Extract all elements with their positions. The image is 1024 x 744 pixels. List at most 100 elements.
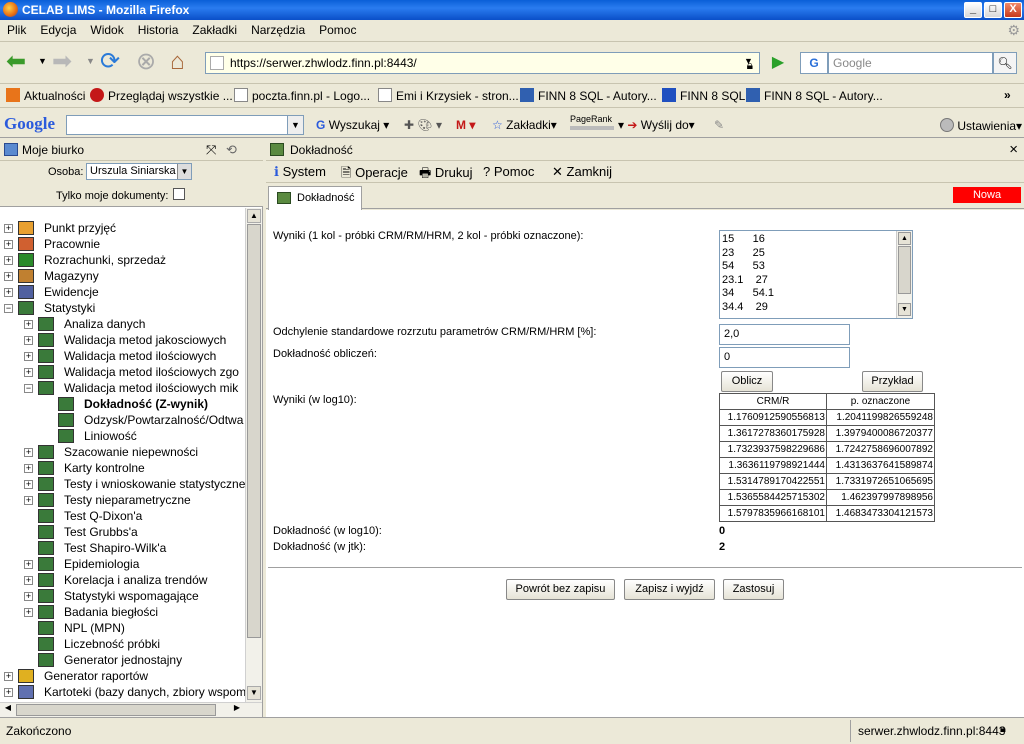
oblicz-button[interactable]: Oblicz — [721, 371, 773, 392]
google-logo[interactable]: Google — [4, 114, 55, 134]
tree-node[interactable]: + Badania biegłości — [0, 604, 245, 620]
tree-node[interactable]: NPL (MPN) — [0, 620, 245, 636]
expand-icon[interactable]: + — [24, 480, 33, 489]
collapse-icon[interactable]: − — [24, 384, 33, 393]
expand-icon[interactable]: + — [4, 672, 13, 681]
expand-icon[interactable]: + — [24, 368, 33, 377]
bookmark-finn8[interactable]: FINN 8 SQL — [662, 88, 745, 103]
expand-icon[interactable]: + — [24, 608, 33, 617]
tree-node[interactable]: Generator jednostajny — [0, 652, 245, 668]
expand-icon[interactable]: + — [24, 464, 33, 473]
tree-node[interactable]: Odzysk/Powtarzalność/Odtwa — [0, 412, 245, 428]
expand-icon[interactable]: + — [4, 272, 13, 281]
expand-icon[interactable]: + — [24, 448, 33, 457]
przyklad-button[interactable]: Przykład — [862, 371, 923, 392]
tree-node[interactable]: + Pracownie — [0, 236, 245, 252]
tree-node[interactable]: + Analiza danych — [0, 316, 245, 332]
back-arrow-icon[interactable]: ⬅ — [6, 48, 26, 76]
search-engine-icon[interactable]: G — [800, 52, 828, 74]
tree-node[interactable]: + Magazyny — [0, 268, 245, 284]
menu-plik[interactable]: Plik — [0, 20, 33, 40]
tree-node[interactable]: − Statystyki — [0, 300, 245, 316]
refresh-icon[interactable]: ⟲ — [226, 139, 237, 161]
tree-node[interactable]: + Testy nieparametryczne — [0, 492, 245, 508]
tree-horizontal-scrollbar[interactable]: ◀ ▶ — [0, 702, 262, 717]
expand-icon[interactable]: + — [24, 320, 33, 329]
collapse-icon[interactable]: ⤧ — [206, 139, 216, 161]
panel-close-icon[interactable]: × — [1009, 139, 1018, 161]
collapse-icon[interactable]: − — [4, 304, 13, 313]
bookmark-poczta[interactable]: poczta.finn.pl - Logo... — [234, 88, 370, 103]
reload-icon[interactable]: ⟳ — [100, 48, 120, 76]
odchylenie-input[interactable]: 2,0 — [719, 324, 850, 345]
expand-icon[interactable]: + — [24, 352, 33, 361]
bookmark-aktualnosci[interactable]: Aktualności — [6, 88, 85, 103]
menu-pomoc[interactable]: Pomoc — [312, 20, 363, 40]
stop-icon[interactable]: ⊗ — [136, 48, 156, 76]
expand-icon[interactable]: + — [4, 688, 13, 697]
menu-narzedzia[interactable]: Narzędzia — [244, 20, 312, 40]
tree-node[interactable]: + Ewidencje — [0, 284, 245, 300]
forward-dropdown-icon[interactable]: ▼ — [86, 56, 95, 66]
dropdown-arrow-icon[interactable]: ▼ — [287, 116, 303, 134]
tree-node[interactable]: Dokładność (Z-wynik) — [0, 396, 245, 412]
only-mine-checkbox[interactable] — [173, 188, 185, 200]
tree-node[interactable]: + Testy i wnioskowanie statystyczne — [0, 476, 245, 492]
dokladnosc-obliczen-input[interactable]: 0 — [719, 347, 850, 368]
tree-node[interactable]: + Epidemiologia — [0, 556, 245, 572]
settings-button[interactable]: Ustawienia▾ — [940, 118, 1022, 133]
toolbar-system[interactable]: ℹ System — [274, 164, 326, 180]
tree-vertical-scrollbar[interactable]: ▲ ▼ — [245, 208, 262, 702]
go-arrow-icon[interactable]: ▶ — [766, 52, 790, 74]
tree-node[interactable]: + Walidacja metod jakosciowych — [0, 332, 245, 348]
tree-node[interactable]: + Walidacja metod ilościowych — [0, 348, 245, 364]
toolbar-extra-icon[interactable]: ✚ 🎨︎ ▾ — [404, 118, 442, 132]
toolbar-pomoc[interactable]: ? Pomoc — [483, 164, 534, 179]
bookmarks-overflow-icon[interactable]: » — [1004, 88, 1011, 102]
expand-icon[interactable]: + — [24, 496, 33, 505]
tree-node[interactable]: + Generator raportów — [0, 668, 245, 684]
maximize-button[interactable]: □ — [984, 2, 1002, 18]
pencil-icon[interactable]: ✎ — [714, 118, 724, 132]
home-icon[interactable]: ⌂ — [170, 48, 185, 76]
tree-node[interactable]: + Statystyki wspomagające — [0, 588, 245, 604]
dropdown-arrow-icon[interactable]: ▼ — [177, 164, 191, 179]
expand-icon[interactable]: + — [4, 256, 13, 265]
search-input[interactable]: Google — [828, 52, 993, 74]
search-magnifier-icon[interactable]: 🔍︎ — [993, 52, 1017, 74]
save-and-exit-button[interactable]: Zapisz i wyjdź — [624, 579, 715, 600]
bookmark-finn-autory-2[interactable]: FINN 8 SQL - Autory... — [746, 88, 883, 103]
tree-node[interactable]: Liniowość — [0, 428, 245, 444]
google-search-button[interactable]: G Wyszukaj ▾ — [316, 118, 389, 132]
expand-icon[interactable]: + — [4, 240, 13, 249]
wyniki-textarea[interactable]: 15 16 23 25 54 53 23.1 27 34 54.1 34.4 2… — [719, 230, 913, 319]
url-dropdown-icon[interactable]: ▼ — [744, 56, 753, 66]
expand-icon[interactable]: + — [4, 288, 13, 297]
menu-zakladki[interactable]: Zakładki — [185, 20, 244, 40]
expand-icon[interactable]: + — [24, 336, 33, 345]
pagerank-indicator[interactable]: PageRank — [570, 114, 614, 130]
tree-node[interactable]: + Walidacja metod ilościowych zgo — [0, 364, 245, 380]
toolbar-zamknij[interactable]: ✕ Zamknij — [552, 164, 612, 180]
back-dropdown-icon[interactable]: ▼ — [38, 56, 47, 66]
tree-node[interactable]: Test Shapiro-Wilk'a — [0, 540, 245, 556]
tree-node[interactable]: Test Q-Dixon'a — [0, 508, 245, 524]
textarea-scrollbar[interactable]: ▲ ▼ — [896, 231, 912, 318]
tree-node[interactable]: + Karty kontrolne — [0, 460, 245, 476]
bookmark-emi[interactable]: Emi i Krzysiek - stron... — [378, 88, 519, 103]
tree-node[interactable]: − Walidacja metod ilościowych mik — [0, 380, 245, 396]
expand-icon[interactable]: + — [24, 576, 33, 585]
tree-node[interactable]: + Punkt przyjęć — [0, 220, 245, 236]
tree-node[interactable]: Liczebność próbki — [0, 636, 245, 652]
tree-node[interactable]: + Rozrachunki, sprzedaż — [0, 252, 245, 268]
minimize-button[interactable]: _ — [964, 2, 982, 18]
send-to-button[interactable]: ▾ ➔ Wyślij do▾ — [618, 118, 695, 132]
url-bar[interactable]: https://serwer.zhwlodz.finn.pl:8443/ 🔒︎ — [205, 52, 760, 74]
zakladki-button[interactable]: ☆ Zakładki▾ — [492, 118, 557, 132]
gmail-icon[interactable]: M ▾ — [456, 118, 475, 132]
menu-historia[interactable]: Historia — [131, 20, 186, 40]
expand-icon[interactable]: + — [4, 224, 13, 233]
osoba-select[interactable]: Urszula Siniarska ▼ — [86, 163, 192, 180]
bookmark-finn-autory-1[interactable]: FINN 8 SQL - Autory... — [520, 88, 657, 103]
tree-node[interactable]: Test Grubbs'a — [0, 524, 245, 540]
